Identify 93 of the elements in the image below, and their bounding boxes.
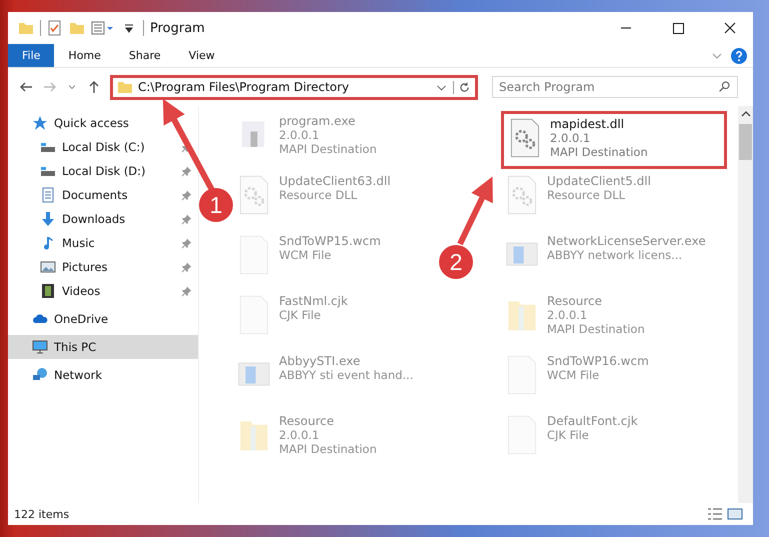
network-icon — [32, 367, 48, 383]
step-number-badge: 1 — [199, 188, 233, 222]
file-name: program.exe — [279, 114, 356, 128]
file-detail: MAPI Destination — [550, 145, 648, 159]
picture-icon — [40, 259, 56, 275]
sidebar-label: Local Disk (D:) — [62, 164, 147, 178]
file-detail: Resource DLL — [547, 188, 626, 202]
gears-file-icon — [237, 174, 271, 216]
sidebar-label: Local Disk (C:) — [62, 140, 146, 154]
pin-icon[interactable] — [181, 262, 192, 272]
pin-icon[interactable] — [181, 286, 192, 296]
blank-file-icon — [237, 294, 271, 336]
sidebar-item[interactable]: Quick access — [8, 111, 198, 135]
sidebar-label: Documents — [62, 188, 129, 202]
star-icon — [32, 115, 48, 131]
file-name: Resource — [279, 414, 336, 428]
sidebar-label: Quick access — [54, 116, 130, 130]
sidebar-item[interactable]: Pictures — [8, 255, 198, 279]
file-item[interactable]: mapidest.dll 2.0.0.1 MAPI Destination — [501, 111, 727, 169]
sidebar-label: Pictures — [62, 260, 109, 274]
file-detail: WCM File — [279, 248, 332, 262]
file-detail: 2.0.0.1 — [279, 428, 320, 442]
sidebar-label: This PC — [54, 340, 98, 354]
ribbon-tab[interactable]: View — [174, 44, 229, 67]
folder-path: C:\Program Files\Program Directory — [138, 80, 350, 94]
doc-icon — [40, 187, 56, 203]
file-name: UpdateClient63.dll — [279, 174, 391, 188]
file-detail: Resource DLL — [279, 188, 358, 202]
ribbon-tab[interactable]: Home — [54, 44, 115, 67]
sidebar-label: Videos — [62, 284, 102, 298]
refresh-icon[interactable] — [453, 80, 471, 94]
search-icon — [718, 80, 731, 93]
file-detail: ABBYY network licens... — [547, 248, 684, 262]
pc-icon — [32, 339, 48, 355]
file-detail: CJK File — [547, 428, 590, 442]
sidebar-item[interactable]: This PC — [8, 335, 198, 359]
sidebar-label: Downloads — [62, 212, 126, 226]
address-bar[interactable]: C:\Program Files\Program Directory — [110, 74, 478, 100]
file-detail: WCM File — [547, 368, 600, 382]
scroll-up-icon[interactable] — [740, 110, 750, 118]
sidebar-item[interactable]: Videos — [8, 279, 198, 303]
ribbon-tab[interactable]: File — [8, 44, 54, 67]
file-name: SndToWP16.wcm — [547, 354, 649, 368]
file-detail: MAPI Destination — [547, 322, 645, 336]
step-number-badge: 2 — [439, 245, 473, 279]
sidebar-item[interactable]: OneDrive — [8, 307, 198, 331]
large-icons-view-icon[interactable] — [727, 506, 743, 522]
sidebar-label: OneDrive — [54, 312, 110, 326]
sidebar-item[interactable]: Music — [8, 231, 198, 255]
callout-arrow — [457, 176, 493, 246]
sidebar-item[interactable]: Network — [8, 363, 198, 387]
file-name: UpdateClient5.dll — [547, 174, 651, 188]
file-detail: 2.0.0.1 — [279, 128, 320, 142]
blank-file-icon — [505, 354, 539, 396]
file-name: mapidest.dll — [550, 117, 626, 131]
window-title: Program — [150, 20, 205, 36]
blank-file-icon — [237, 234, 271, 276]
pin-icon[interactable] — [181, 214, 192, 224]
item-count: 122 items — [14, 508, 70, 520]
file-detail: MAPI Destination — [279, 442, 377, 456]
pin-icon[interactable] — [181, 166, 192, 176]
sidebar-label: Music — [62, 236, 96, 250]
details-view-icon[interactable] — [707, 506, 723, 522]
scrollbar[interactable] — [738, 106, 753, 503]
sidebar-item[interactable]: Downloads — [8, 207, 198, 231]
checklist-icon[interactable] — [47, 20, 63, 36]
sidebar-item[interactable]: Documents — [8, 183, 198, 207]
file-name: FastNml.cjk — [279, 294, 348, 308]
file-detail: 2.0.0.1 — [547, 308, 588, 322]
file-detail: CJK File — [279, 308, 322, 322]
file-detail: ABBYY sti event hand... — [279, 368, 414, 382]
pin-icon[interactable] — [181, 190, 192, 200]
file-name: AbbyySTI.exe — [279, 354, 362, 368]
gears-file-icon — [508, 117, 542, 159]
blank-file-icon — [505, 414, 539, 456]
view-options-icon[interactable] — [91, 20, 115, 36]
video-icon — [40, 283, 56, 299]
sidebar-label: Network — [54, 368, 104, 382]
file-detail: MAPI Destination — [279, 142, 377, 156]
file-name: SndToWP15.wcm — [279, 234, 381, 248]
download-icon — [40, 211, 56, 227]
ribbon-tab[interactable]: Share — [114, 44, 175, 67]
pin-icon[interactable] — [181, 238, 192, 248]
sidebar-item[interactable]: Local Disk (D:) — [8, 159, 198, 183]
file-name: DefaultFont.cjk — [547, 414, 638, 428]
help-icon[interactable] — [731, 48, 747, 64]
search-field[interactable]: Search Program — [492, 76, 738, 98]
file-name: NetworkLicenseServer.exe — [547, 234, 706, 248]
file-detail: 2.0.0.1 — [550, 131, 592, 145]
folder-icon — [117, 79, 133, 95]
file-name: Resource — [547, 294, 604, 308]
gears-file-icon — [505, 174, 539, 216]
scrollbar-thumb[interactable] — [739, 124, 752, 160]
